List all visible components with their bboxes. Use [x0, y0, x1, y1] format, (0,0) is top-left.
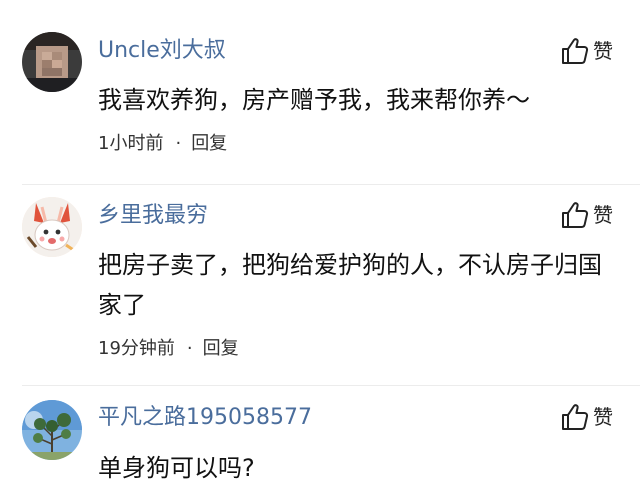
tree-sky-avatar-icon [22, 400, 82, 460]
comment-username[interactable]: 平凡之路195058577 [98, 404, 312, 432]
comment-time: 1小时前 [98, 133, 164, 154]
separator-dot: · [175, 133, 182, 154]
blurred-face-avatar-icon [22, 32, 82, 92]
like-label: 赞 [593, 405, 613, 429]
comment-time: 19分钟前 [98, 338, 175, 359]
thumbs-up-icon [562, 202, 589, 228]
comment-text: 我喜欢养狗，房产赠予我，我来帮你养～ [98, 86, 530, 114]
user-avatar[interactable] [22, 400, 82, 460]
comment-username[interactable]: Uncle刘大叔 [98, 37, 226, 65]
comment-meta: 19分钟前 · 回复 [98, 337, 239, 361]
user-avatar[interactable] [22, 32, 82, 92]
cartoon-rabbit-avatar-icon [22, 197, 82, 257]
reply-button[interactable]: 回复 [203, 338, 239, 359]
comment-text: 单身狗可以吗? [98, 454, 255, 482]
reply-button[interactable]: 回复 [191, 133, 227, 154]
comment-text: 把房子卖了，把狗给爱护狗的人，不认房子归国家了 [98, 251, 602, 319]
like-label: 赞 [593, 203, 613, 227]
thumbs-up-icon [562, 404, 589, 430]
like-button[interactable]: 赞 [560, 200, 620, 230]
comment-item: 平凡之路195058577 赞 单身狗可以吗? [0, 386, 640, 493]
thumbs-up-icon [562, 38, 589, 64]
like-button[interactable]: 赞 [560, 36, 620, 66]
separator-dot: · [186, 338, 193, 359]
comment-username[interactable]: 乡里我最穷 [98, 202, 208, 230]
like-label: 赞 [593, 39, 613, 63]
comment-item: Uncle刘大叔 赞 我喜欢养狗，房产赠予我，我来帮你养～ 1小时前 · 回复 [0, 0, 640, 185]
like-button[interactable]: 赞 [560, 402, 620, 432]
comment-item: 乡里我最穷 赞 把房子卖了，把狗给爱护狗的人，不认房子归国家了 19分钟前 · 回复 [0, 185, 640, 385]
comment-meta: 1小时前 · 回复 [98, 132, 227, 156]
user-avatar[interactable] [22, 197, 82, 257]
